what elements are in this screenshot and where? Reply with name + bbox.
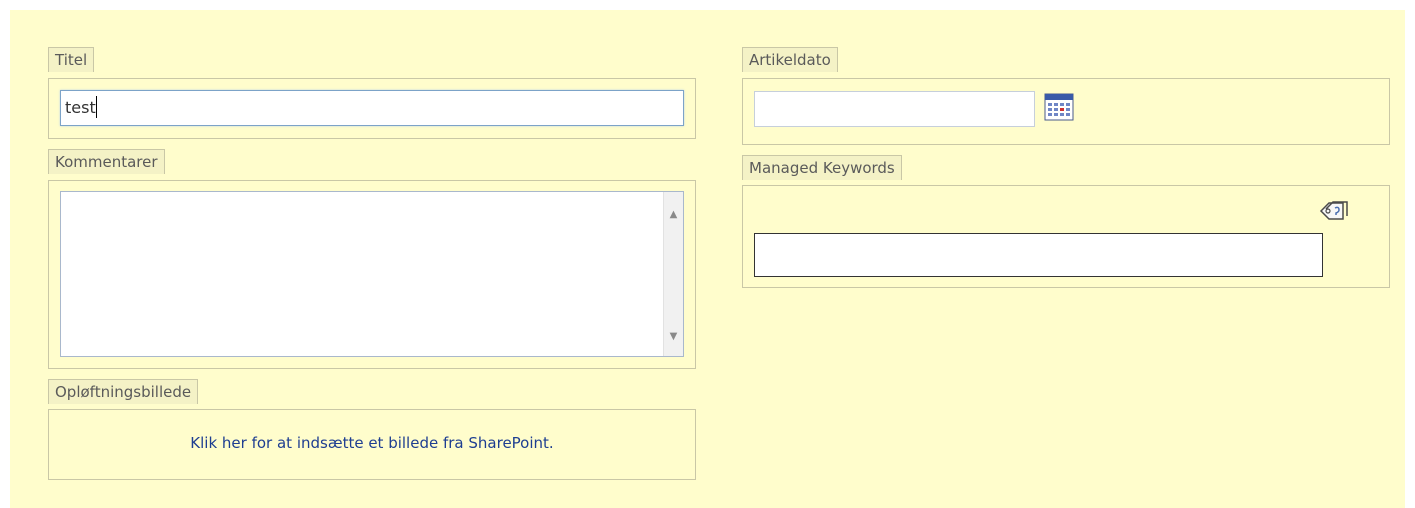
managed-keywords-input[interactable] xyxy=(754,233,1323,277)
kommentarer-scrollbar[interactable]: ▲ ▼ xyxy=(663,192,683,356)
kommentarer-field-box: ▲ ▼ xyxy=(48,180,696,369)
calendar-icon[interactable] xyxy=(1043,90,1075,122)
artikeldato-field-box xyxy=(742,78,1390,145)
titel-label: Titel xyxy=(48,47,95,72)
oploeftningsbillede-label: Opløftningsbillede xyxy=(48,379,199,404)
titel-field-box: test xyxy=(48,78,696,139)
kommentarer-label: Kommentarer xyxy=(48,149,165,174)
scroll-up-arrow-icon[interactable]: ▲ xyxy=(664,206,683,224)
scroll-down-arrow-icon[interactable]: ▼ xyxy=(664,328,683,346)
managed-keywords-label: Managed Keywords xyxy=(742,155,902,180)
artikeldato-label: Artikeldato xyxy=(742,47,838,72)
artikeldato-input[interactable] xyxy=(754,91,1035,127)
text-caret xyxy=(95,96,97,118)
kommentarer-textarea[interactable]: ▲ ▼ xyxy=(60,191,684,357)
insert-image-link[interactable]: Klik her for at indsætte et billede fra … xyxy=(49,434,695,452)
oploeftningsbillede-field-box: Klik her for at indsætte et billede fra … xyxy=(48,409,696,480)
managed-keywords-field-box xyxy=(742,185,1390,288)
titel-input-value: test xyxy=(65,98,96,117)
form-panel: Titel test Kommentarer ▲ ▼ Opløftningsbi… xyxy=(10,10,1405,508)
tags-icon[interactable] xyxy=(1317,198,1351,224)
titel-input[interactable]: test xyxy=(60,90,684,126)
